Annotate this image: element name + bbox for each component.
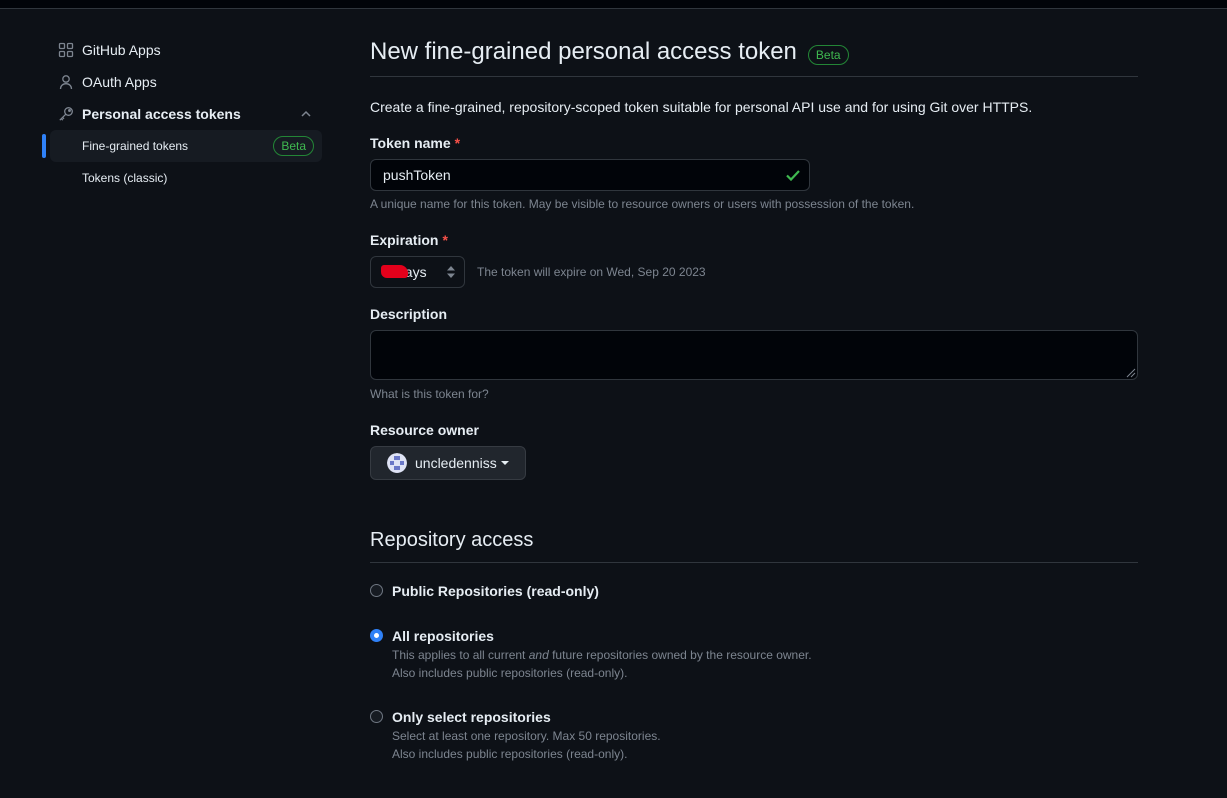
resource-owner-label: Resource owner <box>370 422 479 438</box>
beta-badge: Beta <box>807 45 849 65</box>
expiration-select[interactable]: days <box>370 256 465 288</box>
option-note: Also includes public repositories (read-… <box>392 666 628 680</box>
radio-button-checked[interactable] <box>370 629 383 642</box>
radio-label: All repositories <box>392 628 494 644</box>
radio-button[interactable] <box>370 584 383 597</box>
sidebar-item-label: Personal access tokens <box>82 106 241 122</box>
description-note: What is this token for? <box>370 387 489 401</box>
sidebar-item-personal-access-tokens[interactable]: Personal access tokens <box>42 98 322 130</box>
resource-owner-dropdown[interactable]: uncledenniss <box>370 446 526 480</box>
note-text: This applies to all current <box>392 648 529 662</box>
sidebar-item-tokens-classic[interactable]: Tokens (classic) <box>50 162 322 194</box>
sidebar-item-label: Tokens (classic) <box>82 171 168 185</box>
token-name-input[interactable]: pushToken <box>370 159 810 191</box>
token-name-label: Token name * <box>370 133 1138 153</box>
repository-access-header: Repository access <box>370 526 1138 563</box>
apps-icon <box>58 42 74 58</box>
resource-owner-group: Resource owner uncledenniss <box>370 420 1138 480</box>
select-arrows-icon <box>447 266 455 278</box>
key-icon <box>59 107 73 121</box>
sidebar-item-label: GitHub Apps <box>82 42 161 58</box>
page-header: New fine-grained personal access token B… <box>370 34 1138 77</box>
sidebar-item-oauth-apps[interactable]: OAuth Apps <box>42 66 322 98</box>
expiration-group: Expiration * days The token will expire o… <box>370 230 1138 288</box>
description-label: Description <box>370 306 448 322</box>
token-name-group: Token name * pushToken A unique name for … <box>370 133 1138 213</box>
description-textarea[interactable] <box>370 330 1138 380</box>
radio-all-repositories[interactable]: All repositories This applies to all cur… <box>370 626 1138 682</box>
intro-text: Create a fine-grained, repository-scoped… <box>370 99 1033 115</box>
expiration-row: days The token will expire on Wed, Sep 2… <box>370 256 1138 288</box>
radio-label: Only select repositories <box>392 709 551 725</box>
description-group: Description What is this token for? <box>370 304 1138 403</box>
caret-down-icon <box>500 461 509 465</box>
expiration-label: Expiration * <box>370 230 1138 250</box>
expiration-note: The token will expire on Wed, Sep 20 202… <box>477 265 706 279</box>
radio-public-repositories[interactable]: Public Repositories (read-only) <box>370 581 1138 601</box>
chevron-up-icon[interactable] <box>298 106 314 122</box>
token-name-label-text: Token name <box>370 135 451 151</box>
resize-grip-icon[interactable] <box>1124 366 1136 378</box>
resource-owner-value: uncledenniss <box>415 455 497 471</box>
check-icon <box>786 170 800 182</box>
token-name-note: A unique name for this token. May be vis… <box>370 197 915 211</box>
option-note: Also includes public repositories (read-… <box>392 747 628 761</box>
section-title: Repository access <box>370 529 534 551</box>
option-note: Select at least one repository. Max 50 r… <box>392 729 661 743</box>
token-name-value: pushToken <box>383 167 451 183</box>
page-title: New fine-grained personal access token <box>370 38 797 65</box>
radio-only-select-repositories[interactable]: Only select repositories Select at least… <box>370 707 1138 763</box>
expiration-label-text: Expiration <box>370 232 439 248</box>
required-asterisk: * <box>454 135 461 151</box>
sidebar-item-fine-grained-tokens[interactable]: Fine-grained tokens Beta <box>42 130 322 162</box>
note-text: future repositories owned by the resourc… <box>548 648 812 662</box>
sidebar-item-github-apps[interactable]: GitHub Apps <box>42 34 322 66</box>
sidebar-item-label: Fine-grained tokens <box>82 139 189 153</box>
radio-button[interactable] <box>370 710 383 723</box>
beta-badge: Beta <box>273 136 314 156</box>
note-emphasis: and <box>528 648 549 662</box>
settings-sidebar: GitHub Apps OAuth Apps Personal access t… <box>42 34 322 194</box>
sidebar-item-label: OAuth Apps <box>82 74 157 90</box>
radio-label: Public Repositories (read-only) <box>392 583 599 599</box>
required-asterisk: * <box>442 232 448 248</box>
main-content: New fine-grained personal access token B… <box>370 34 1138 763</box>
top-header-bar <box>0 0 1227 9</box>
person-icon <box>59 75 73 90</box>
avatar <box>387 453 407 473</box>
option-note: This applies to all current and future r… <box>392 646 1138 664</box>
redaction-mark <box>381 265 408 278</box>
